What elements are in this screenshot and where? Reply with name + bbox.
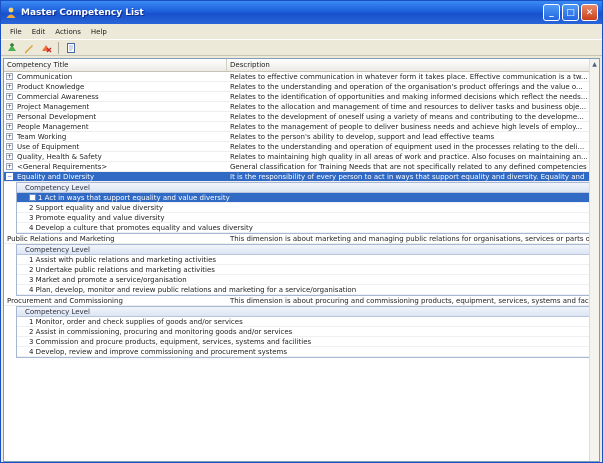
level-row[interactable]: 3 Promote equality and value diversity <box>17 213 589 223</box>
column-header-title[interactable]: Competency Title <box>4 59 227 71</box>
table-row[interactable]: + Communication Relates to effective commu… <box>4 72 590 82</box>
expand-icon[interactable]: + <box>6 103 13 110</box>
toolbar-separator <box>58 41 59 54</box>
expand-icon[interactable]: + <box>6 143 13 150</box>
expand-icon[interactable]: + <box>6 153 13 160</box>
row-description: This dimension is about marketing and ma… <box>230 235 590 243</box>
edit-icon[interactable] <box>22 41 36 55</box>
maximize-button[interactable]: □ <box>562 4 579 21</box>
row-description: Relates to the allocation and management… <box>230 103 587 111</box>
table-row[interactable]: + Personal Development Relates to the deve… <box>4 112 590 122</box>
row-description: General classification for Training Need… <box>230 163 587 171</box>
table-row[interactable]: + Quality, Health & Safety Relates to main… <box>4 152 590 162</box>
vertical-scrollbar[interactable]: ▲ <box>589 59 599 461</box>
row-title: Project Management <box>17 102 90 111</box>
table-row[interactable]: + People Management Relates to the managem… <box>4 122 590 132</box>
row-title: People Management <box>17 122 89 131</box>
grid-header: Competency Title Description <box>4 59 599 72</box>
minimize-button[interactable]: _ <box>543 4 560 21</box>
table-row-selected[interactable]: − Equality and Diversity It is the respons… <box>4 172 590 182</box>
table-row[interactable]: + <General Requirements> General classific… <box>4 162 590 172</box>
competency-level-subgrid: Competency Level 1 Act in ways that supp… <box>16 182 590 234</box>
row-description: Relates to the understanding and operati… <box>230 143 585 151</box>
row-title: Communication <box>17 72 73 81</box>
title-bar[interactable]: Master Competency List _ □ ✕ <box>1 1 602 24</box>
expand-icon[interactable]: + <box>6 123 13 130</box>
table-row[interactable]: Public Relations and Marketing This dimen… <box>4 234 590 244</box>
close-button[interactable]: ✕ <box>581 4 598 21</box>
expand-icon[interactable]: + <box>6 93 13 100</box>
table-row[interactable]: + Commercial Awareness Relates to the iden… <box>4 92 590 102</box>
row-description: Relates to the identification of opportu… <box>230 93 588 101</box>
level-row[interactable]: 1 Assist with public relations and marke… <box>17 255 589 265</box>
row-description: Relates to the person's ability to devel… <box>230 133 495 141</box>
menu-edit[interactable]: Edit <box>27 28 51 36</box>
menu-help[interactable]: Help <box>86 28 112 36</box>
row-title: Public Relations and Marketing <box>7 235 115 243</box>
level-row[interactable]: 2 Assist in commissioning, procuring and… <box>17 327 589 337</box>
level-row[interactable]: 3 Commission and procure products, equip… <box>17 337 589 347</box>
row-title: Commercial Awareness <box>17 92 99 101</box>
menu-file[interactable]: File <box>5 28 27 36</box>
row-title: Procurement and Commissioning <box>7 297 123 305</box>
window-title: Master Competency List <box>21 7 144 18</box>
scroll-up-icon[interactable]: ▲ <box>590 59 599 70</box>
table-row[interactable]: + Team Working Relates to the person's abi… <box>4 132 590 142</box>
subgrid-header[interactable]: Competency Level <box>17 183 589 193</box>
column-header-description[interactable]: Description <box>227 59 591 71</box>
level-row-selected[interactable]: 1 Act in ways that support equality and … <box>17 193 589 203</box>
subgrid-header[interactable]: Competency Level <box>17 245 589 255</box>
add-icon[interactable] <box>5 41 19 55</box>
main-window: Master Competency List _ □ ✕ File Edit A… <box>0 0 603 463</box>
row-title: Quality, Health & Safety <box>17 152 102 161</box>
expand-icon[interactable]: + <box>6 113 13 120</box>
table-row[interactable]: Procurement and Commissioning This dimens… <box>4 296 590 306</box>
row-indicator-icon <box>29 194 36 201</box>
level-row[interactable]: 4 Develop, review and improve commission… <box>17 347 589 357</box>
expand-icon[interactable]: + <box>6 83 13 90</box>
subgrid-header[interactable]: Competency Level <box>17 307 589 317</box>
row-title: Team Working <box>17 132 67 141</box>
row-title: Use of Equipment <box>17 142 80 151</box>
expand-icon[interactable]: + <box>6 73 13 80</box>
level-row[interactable]: 2 Undertake public relations and marketi… <box>17 265 589 275</box>
collapse-icon[interactable]: − <box>6 173 13 180</box>
menu-actions[interactable]: Actions <box>50 28 86 36</box>
row-title: Personal Development <box>17 112 97 121</box>
toolbar <box>1 39 602 56</box>
document-icon[interactable] <box>64 41 78 55</box>
level-text: 1 Act in ways that support equality and … <box>38 193 230 202</box>
competency-grid[interactable]: Competency Title Description + Communicat… <box>3 58 600 462</box>
row-description: Relates to maintaining high quality in a… <box>230 153 588 161</box>
competency-level-subgrid: Competency Level 1 Monitor, order and ch… <box>16 306 590 358</box>
row-description: Relates to effective communication in wh… <box>230 73 588 81</box>
app-people-icon <box>6 7 16 18</box>
row-description: Relates to the management of people to d… <box>230 123 583 131</box>
row-description: Relates to the understanding and operati… <box>230 83 583 91</box>
row-description: This dimension is about procuring and co… <box>230 297 590 305</box>
table-row[interactable]: + Project Management Relates to the alloca… <box>4 102 590 112</box>
expand-icon[interactable]: + <box>6 163 13 170</box>
menu-bar: File Edit Actions Help <box>1 24 602 39</box>
delete-icon[interactable] <box>39 41 53 55</box>
row-description: It is the responsibility of every person… <box>230 173 585 181</box>
level-row[interactable]: 1 Monitor, order and check supplies of g… <box>17 317 589 327</box>
row-title: <General Requirements> <box>17 162 108 171</box>
row-title: Equality and Diversity <box>17 172 95 181</box>
expand-icon[interactable]: + <box>6 133 13 140</box>
level-row[interactable]: 2 Support equality and value diversity <box>17 203 589 213</box>
competency-level-subgrid: Competency Level 1 Assist with public re… <box>16 244 590 296</box>
level-row[interactable]: 4 Plan, develop, monitor and review publ… <box>17 285 589 295</box>
row-description: Relates to the development of oneself us… <box>230 113 584 121</box>
grid-rows: + Communication Relates to effective commu… <box>4 72 590 358</box>
level-row[interactable]: 3 Market and promote a service/organisat… <box>17 275 589 285</box>
table-row[interactable]: + Use of Equipment Relates to the understa… <box>4 142 590 152</box>
row-title: Product Knowledge <box>17 82 85 91</box>
table-row[interactable]: + Product Knowledge Relates to the underst… <box>4 82 590 92</box>
level-row[interactable]: 4 Develop a culture that promotes equali… <box>17 223 589 233</box>
